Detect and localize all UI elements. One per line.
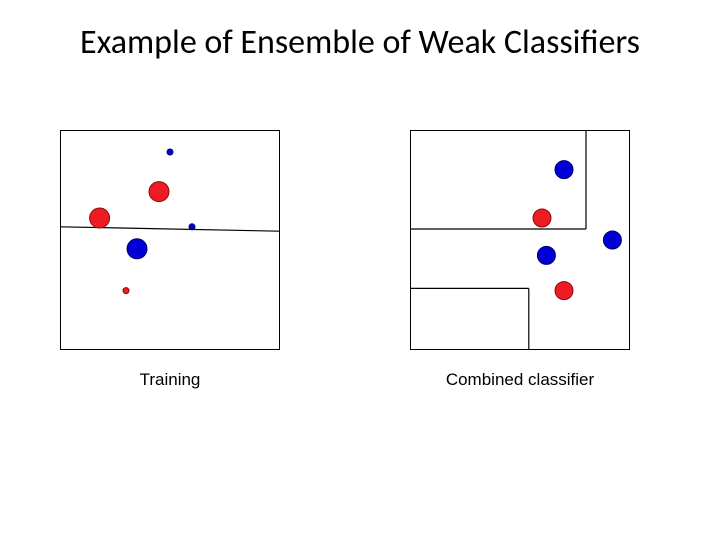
combined-caption: Combined classifier xyxy=(410,370,630,390)
data-point-blue xyxy=(127,239,147,259)
data-point-red xyxy=(90,208,110,228)
training-caption: Training xyxy=(60,370,280,390)
data-point-blue xyxy=(189,224,195,230)
training-panel-svg xyxy=(60,130,280,350)
data-point-blue xyxy=(555,161,573,179)
data-point-red xyxy=(555,282,573,300)
data-point-red xyxy=(533,209,551,227)
data-point-blue xyxy=(167,149,173,155)
data-point-red xyxy=(123,288,129,294)
data-point-red xyxy=(149,182,169,202)
data-point-blue xyxy=(537,246,555,264)
combined-panel-svg xyxy=(410,130,630,350)
panel-frame xyxy=(61,131,280,350)
panel-frame xyxy=(411,131,630,350)
data-point-blue xyxy=(603,231,621,249)
page-title: Example of Ensemble of Weak Classifiers xyxy=(0,22,720,63)
boundary-line xyxy=(60,227,280,231)
slide: Example of Ensemble of Weak Classifiers … xyxy=(0,0,720,540)
training-panel xyxy=(60,130,280,350)
combined-panel xyxy=(410,130,630,350)
